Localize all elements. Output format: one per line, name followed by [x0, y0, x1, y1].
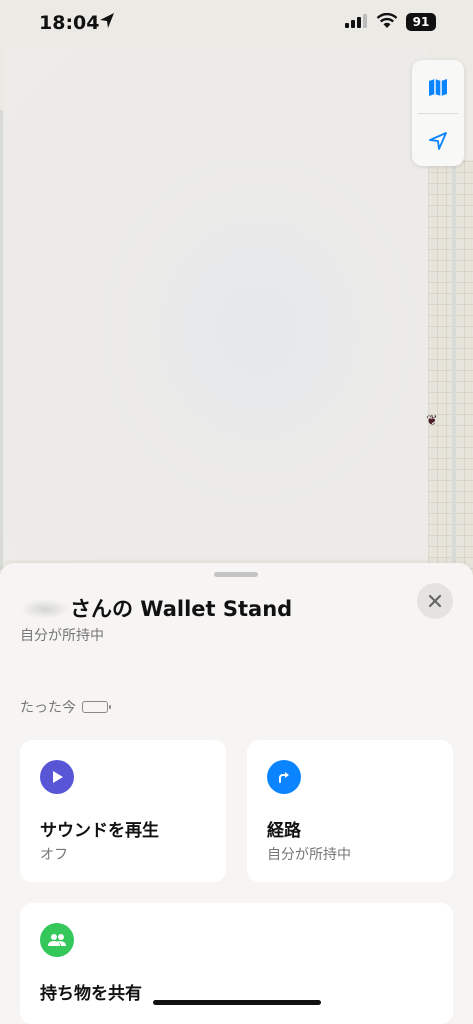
battery-indicator: 91: [406, 13, 436, 31]
item-location-marker[interactable]: ❦: [426, 413, 438, 429]
share-item-label: 持ち物を共有: [40, 984, 142, 1004]
item-title: さんの Wallet Stand: [20, 593, 292, 623]
map-street-grid: [428, 160, 473, 580]
sheet-grabber[interactable]: [214, 572, 258, 577]
cellular-signal-icon: [345, 14, 367, 28]
close-icon: [428, 594, 442, 608]
last-seen-text: たった今: [20, 700, 76, 716]
map-icon: [429, 78, 447, 96]
directions-icon: [267, 760, 301, 794]
directions-status: 自分が所持中: [267, 847, 351, 863]
status-bar: 18:04 91: [0, 0, 473, 48]
play-sound-status: オフ: [40, 847, 68, 863]
map-mode-button[interactable]: [412, 60, 464, 113]
play-sound-card[interactable]: サウンドを再生 オフ: [20, 740, 226, 882]
battery-icon: [82, 701, 111, 713]
item-title-text: さんの Wallet Stand: [70, 597, 293, 621]
people-icon: [40, 923, 74, 957]
map-view[interactable]: ❦: [0, 0, 473, 580]
home-indicator[interactable]: [153, 1000, 321, 1005]
play-icon: [40, 760, 74, 794]
map-road: [0, 110, 3, 570]
play-sound-label: サウンドを再生: [40, 821, 159, 841]
location-arrow-icon: [429, 131, 447, 150]
map-controls: [412, 60, 464, 166]
close-button[interactable]: [417, 583, 453, 619]
status-time: 18:04: [39, 12, 100, 34]
redacted-owner-name: [20, 599, 70, 619]
directions-card[interactable]: 経路 自分が所持中: [247, 740, 453, 882]
wifi-icon: [376, 13, 398, 28]
current-location-button[interactable]: [412, 114, 464, 166]
map-blurred-area: [4, 48, 428, 560]
directions-label: 経路: [267, 821, 301, 841]
share-item-card[interactable]: 持ち物を共有: [20, 903, 453, 1024]
item-subtitle: 自分が所持中: [20, 628, 104, 644]
item-detail-sheet: さんの Wallet Stand 自分が所持中 たった今 サウンドを再生 オフ …: [0, 563, 473, 1024]
location-services-icon: [100, 13, 114, 28]
last-seen: たった今: [20, 697, 111, 717]
